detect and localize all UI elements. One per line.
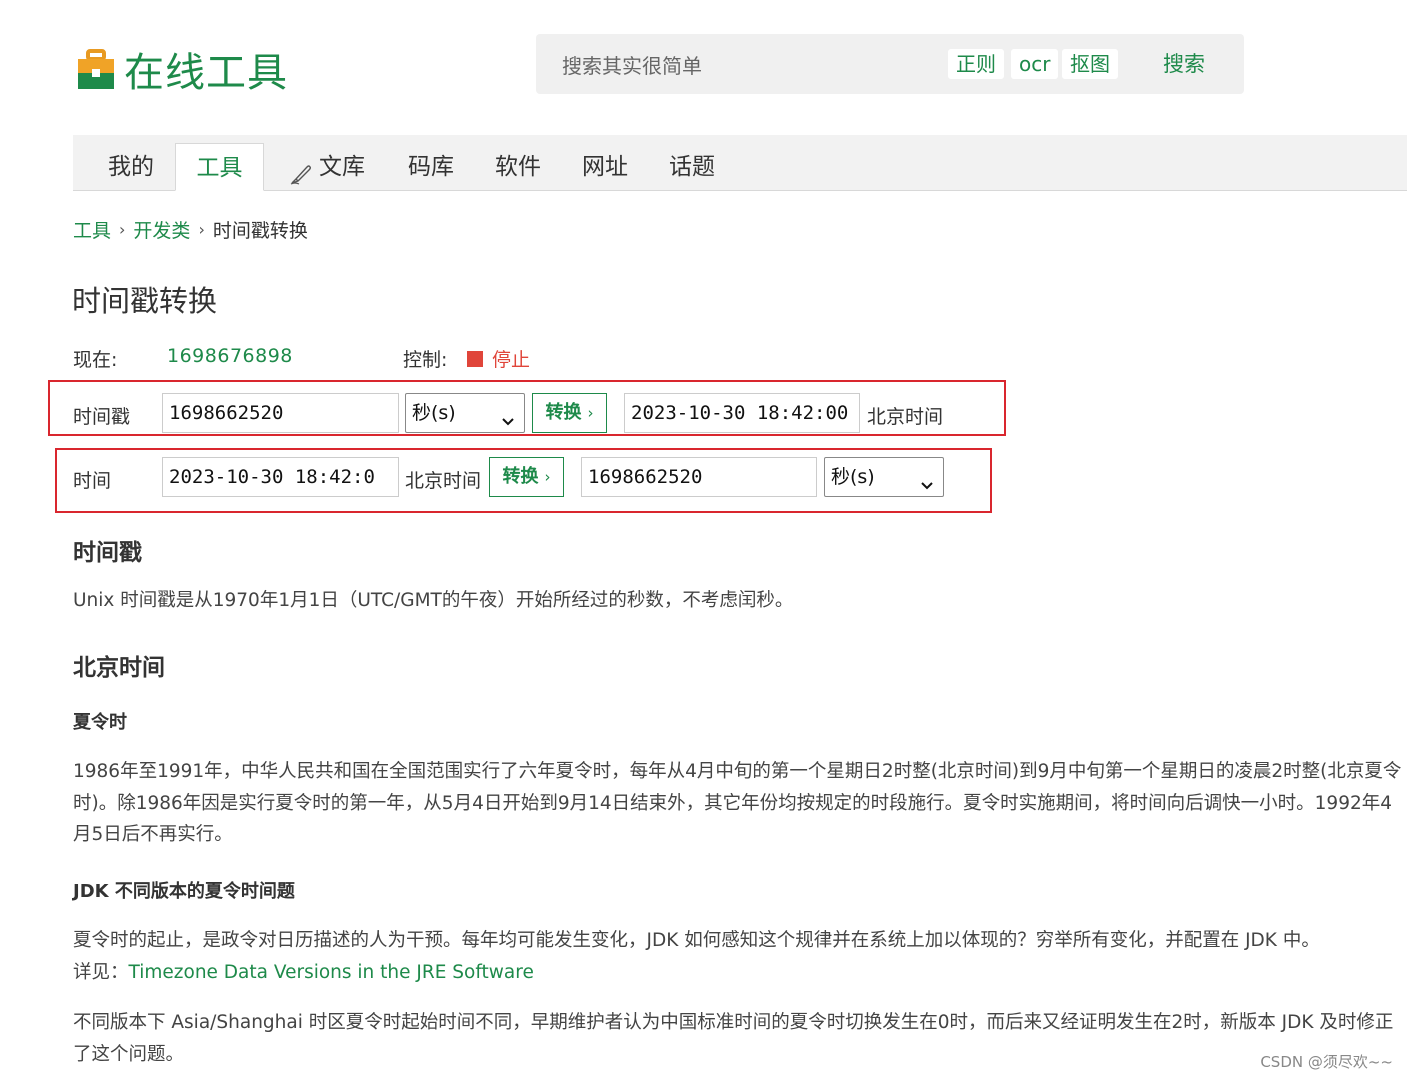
nav-label: 工具	[196, 155, 243, 181]
breadcrumb-current: 时间戳转换	[212, 220, 308, 242]
timestamp-result-field[interactable]: 2023-10-30 18:42:00	[624, 393, 860, 433]
timezone-label: 北京时间	[867, 406, 944, 428]
chevron-right-icon: ›	[587, 404, 594, 422]
paragraph-jdk-shanghai: 不同版本下 Asia/Shanghai 时区夏令时起始时间不同，早期维护者认为中…	[73, 1012, 1394, 1065]
unit-value: 秒(s)	[831, 466, 875, 488]
chevron-down-icon	[919, 468, 935, 490]
nav-item-topics[interactable]: 话题	[656, 143, 728, 191]
quick-link-ocr[interactable]: ocr	[1011, 49, 1059, 79]
paragraph-dst: 1986年至1991年，中华人民共和国在全国范围实行了六年夏令时，每年从4月中旬…	[73, 761, 1402, 845]
nav-item-software[interactable]: 软件	[482, 143, 554, 191]
timestamp-input[interactable]: 1698662520	[162, 393, 399, 433]
toolbox-icon	[76, 47, 116, 91]
time-result-field[interactable]: 1698662520	[581, 457, 817, 497]
nav-item-code[interactable]: 码库	[395, 143, 467, 191]
nav-item-mine[interactable]: 我的	[95, 143, 167, 191]
paragraph-jdk: 夏令时的起止，是政令对日历描述的人为干预。每年均可能发生变化，JDK 如何感知这…	[73, 925, 1403, 988]
section-heading-timestamp: 时间戳	[73, 540, 142, 566]
control-label: 控制:	[403, 349, 448, 371]
main-nav: 我的 工具 文库 码库 软件 网址 话题	[73, 135, 1407, 191]
page-title: 时间戳转换	[72, 284, 218, 318]
timestamp-unit-select[interactable]: 秒(s)	[405, 393, 525, 433]
now-timestamp: 1698676898	[167, 345, 293, 367]
nav-item-tools[interactable]: 工具	[175, 143, 264, 191]
timezone-data-link[interactable]: Timezone Data Versions in the JRE Softwa…	[129, 962, 534, 983]
nav-label: 软件	[495, 154, 541, 180]
search-button[interactable]: 搜索	[1132, 44, 1236, 84]
nav-label: 我的	[108, 154, 154, 180]
nav-label: 话题	[669, 154, 715, 180]
convert-label: 转换	[502, 466, 539, 487]
nav-label: 码库	[408, 154, 454, 180]
time-label: 时间	[73, 470, 112, 492]
nav-item-sites[interactable]: 网址	[569, 143, 641, 191]
timestamp-label: 时间戳	[73, 406, 131, 428]
unit-value: 秒(s)	[412, 402, 456, 424]
timezone-label: 北京时间	[405, 470, 482, 492]
stop-icon	[467, 350, 483, 367]
quick-link-cutout[interactable]: 抠图	[1062, 49, 1118, 79]
chevron-right-icon: ›	[119, 220, 126, 239]
now-label: 现在:	[73, 349, 118, 371]
nav-item-docs[interactable]: 文库	[285, 143, 369, 191]
convert-time-button[interactable]: 转换 ›	[489, 457, 564, 497]
nav-label: 网址	[582, 154, 628, 180]
breadcrumb-tools[interactable]: 工具	[73, 216, 111, 243]
time-input[interactable]: 2023-10-30 18:42:0	[162, 457, 399, 497]
logo-text: 在线工具	[124, 50, 288, 96]
pen-icon	[289, 155, 313, 185]
chevron-down-icon	[500, 404, 516, 426]
convert-label: 转换	[545, 402, 582, 423]
chevron-right-icon: ›	[198, 220, 205, 239]
paragraph-text: 夏令时的起止，是政令对日历描述的人为干预。每年均可能发生变化，JDK 如何感知这…	[73, 930, 1320, 951]
section-heading-beijing: 北京时间	[73, 655, 165, 681]
search-bar: 搜索其实很简单 正则 ocr 抠图 搜索	[536, 34, 1244, 94]
section-heading-dst: 夏令时	[73, 712, 127, 733]
stop-label: 停止	[492, 349, 531, 371]
nav-label: 文库	[319, 154, 365, 180]
convert-timestamp-button[interactable]: 转换 ›	[532, 393, 607, 433]
search-input[interactable]: 搜索其实很简单	[562, 50, 702, 79]
watermark: CSDN @须尽欢~~	[1260, 1053, 1393, 1071]
breadcrumb: 工具 › 开发类 › 时间戳转换	[73, 216, 308, 243]
section-heading-jdk: JDK 不同版本的夏令时间题	[73, 881, 295, 902]
stop-button[interactable]: 停止	[467, 345, 530, 372]
time-unit-select[interactable]: 秒(s)	[824, 457, 944, 497]
chevron-right-icon: ›	[544, 468, 551, 486]
site-logo[interactable]: 在线工具	[76, 40, 288, 98]
breadcrumb-dev[interactable]: 开发类	[133, 216, 190, 243]
quick-link-regex[interactable]: 正则	[948, 49, 1004, 79]
paragraph-timestamp: Unix 时间戳是从1970年1月1日（UTC/GMT的午夜）开始所经过的秒数，…	[73, 590, 794, 611]
see-also-label: 详见：	[73, 961, 129, 983]
